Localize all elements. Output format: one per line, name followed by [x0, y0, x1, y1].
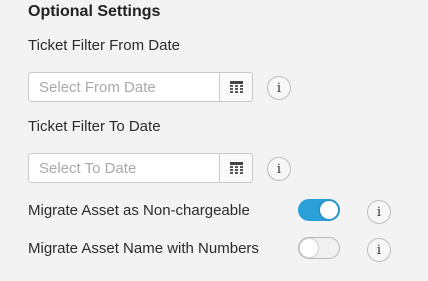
non-chargeable-info-icon[interactable]: i	[367, 200, 391, 224]
toggle-knob	[300, 239, 318, 257]
name-with-numbers-toggle[interactable]	[298, 237, 340, 259]
calendar-icon	[229, 81, 243, 93]
non-chargeable-label: Migrate Asset as Non-chargeable	[28, 202, 250, 219]
optional-settings-title: Optional Settings	[28, 3, 161, 20]
to-date-calendar-button[interactable]	[220, 153, 253, 183]
from-date-label: Ticket Filter From Date	[28, 37, 180, 54]
name-with-numbers-info-icon[interactable]: i	[367, 238, 391, 262]
from-date-calendar-button[interactable]	[220, 72, 253, 102]
to-date-info-icon[interactable]: i	[267, 157, 291, 181]
to-date-label: Ticket Filter To Date	[28, 118, 161, 135]
non-chargeable-toggle[interactable]	[298, 199, 340, 221]
calendar-icon	[229, 162, 243, 174]
from-date-input[interactable]	[28, 72, 220, 102]
from-date-info-icon[interactable]: i	[267, 76, 291, 100]
to-date-input[interactable]	[28, 153, 220, 183]
name-with-numbers-label: Migrate Asset Name with Numbers	[28, 240, 259, 257]
toggle-knob	[320, 201, 338, 219]
